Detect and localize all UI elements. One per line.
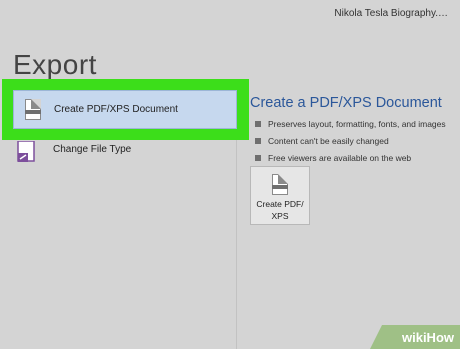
change-file-type-icon bbox=[17, 141, 35, 162]
pdf-doc-icon bbox=[25, 99, 41, 120]
document-title: Nikola Tesla Biography.… bbox=[334, 8, 448, 19]
wikihow-watermark: wikiHow bbox=[370, 325, 460, 349]
create-pdf-xps-button[interactable]: Create PDF/XPS bbox=[250, 166, 310, 225]
create-pdf-xps-option[interactable]: Create PDF/XPS Document bbox=[13, 90, 237, 129]
list-item: Preserves layout, formatting, fonts, and… bbox=[255, 118, 446, 135]
create-pdf-xps-button-label: Create PDF/XPS bbox=[256, 199, 304, 221]
detail-title: Create a PDF/XPS Document bbox=[250, 95, 442, 111]
pdf-doc-icon bbox=[272, 174, 288, 195]
change-file-type-option[interactable]: Change File Type bbox=[53, 144, 131, 155]
feature-list: Preserves layout, formatting, fonts, and… bbox=[255, 118, 446, 169]
wikihow-logo-text: wikiHow bbox=[401, 330, 454, 345]
create-pdf-xps-label: Create PDF/XPS Document bbox=[54, 104, 178, 115]
page-title: Export bbox=[13, 49, 97, 80]
list-item: Content can't be easily changed bbox=[255, 135, 446, 152]
